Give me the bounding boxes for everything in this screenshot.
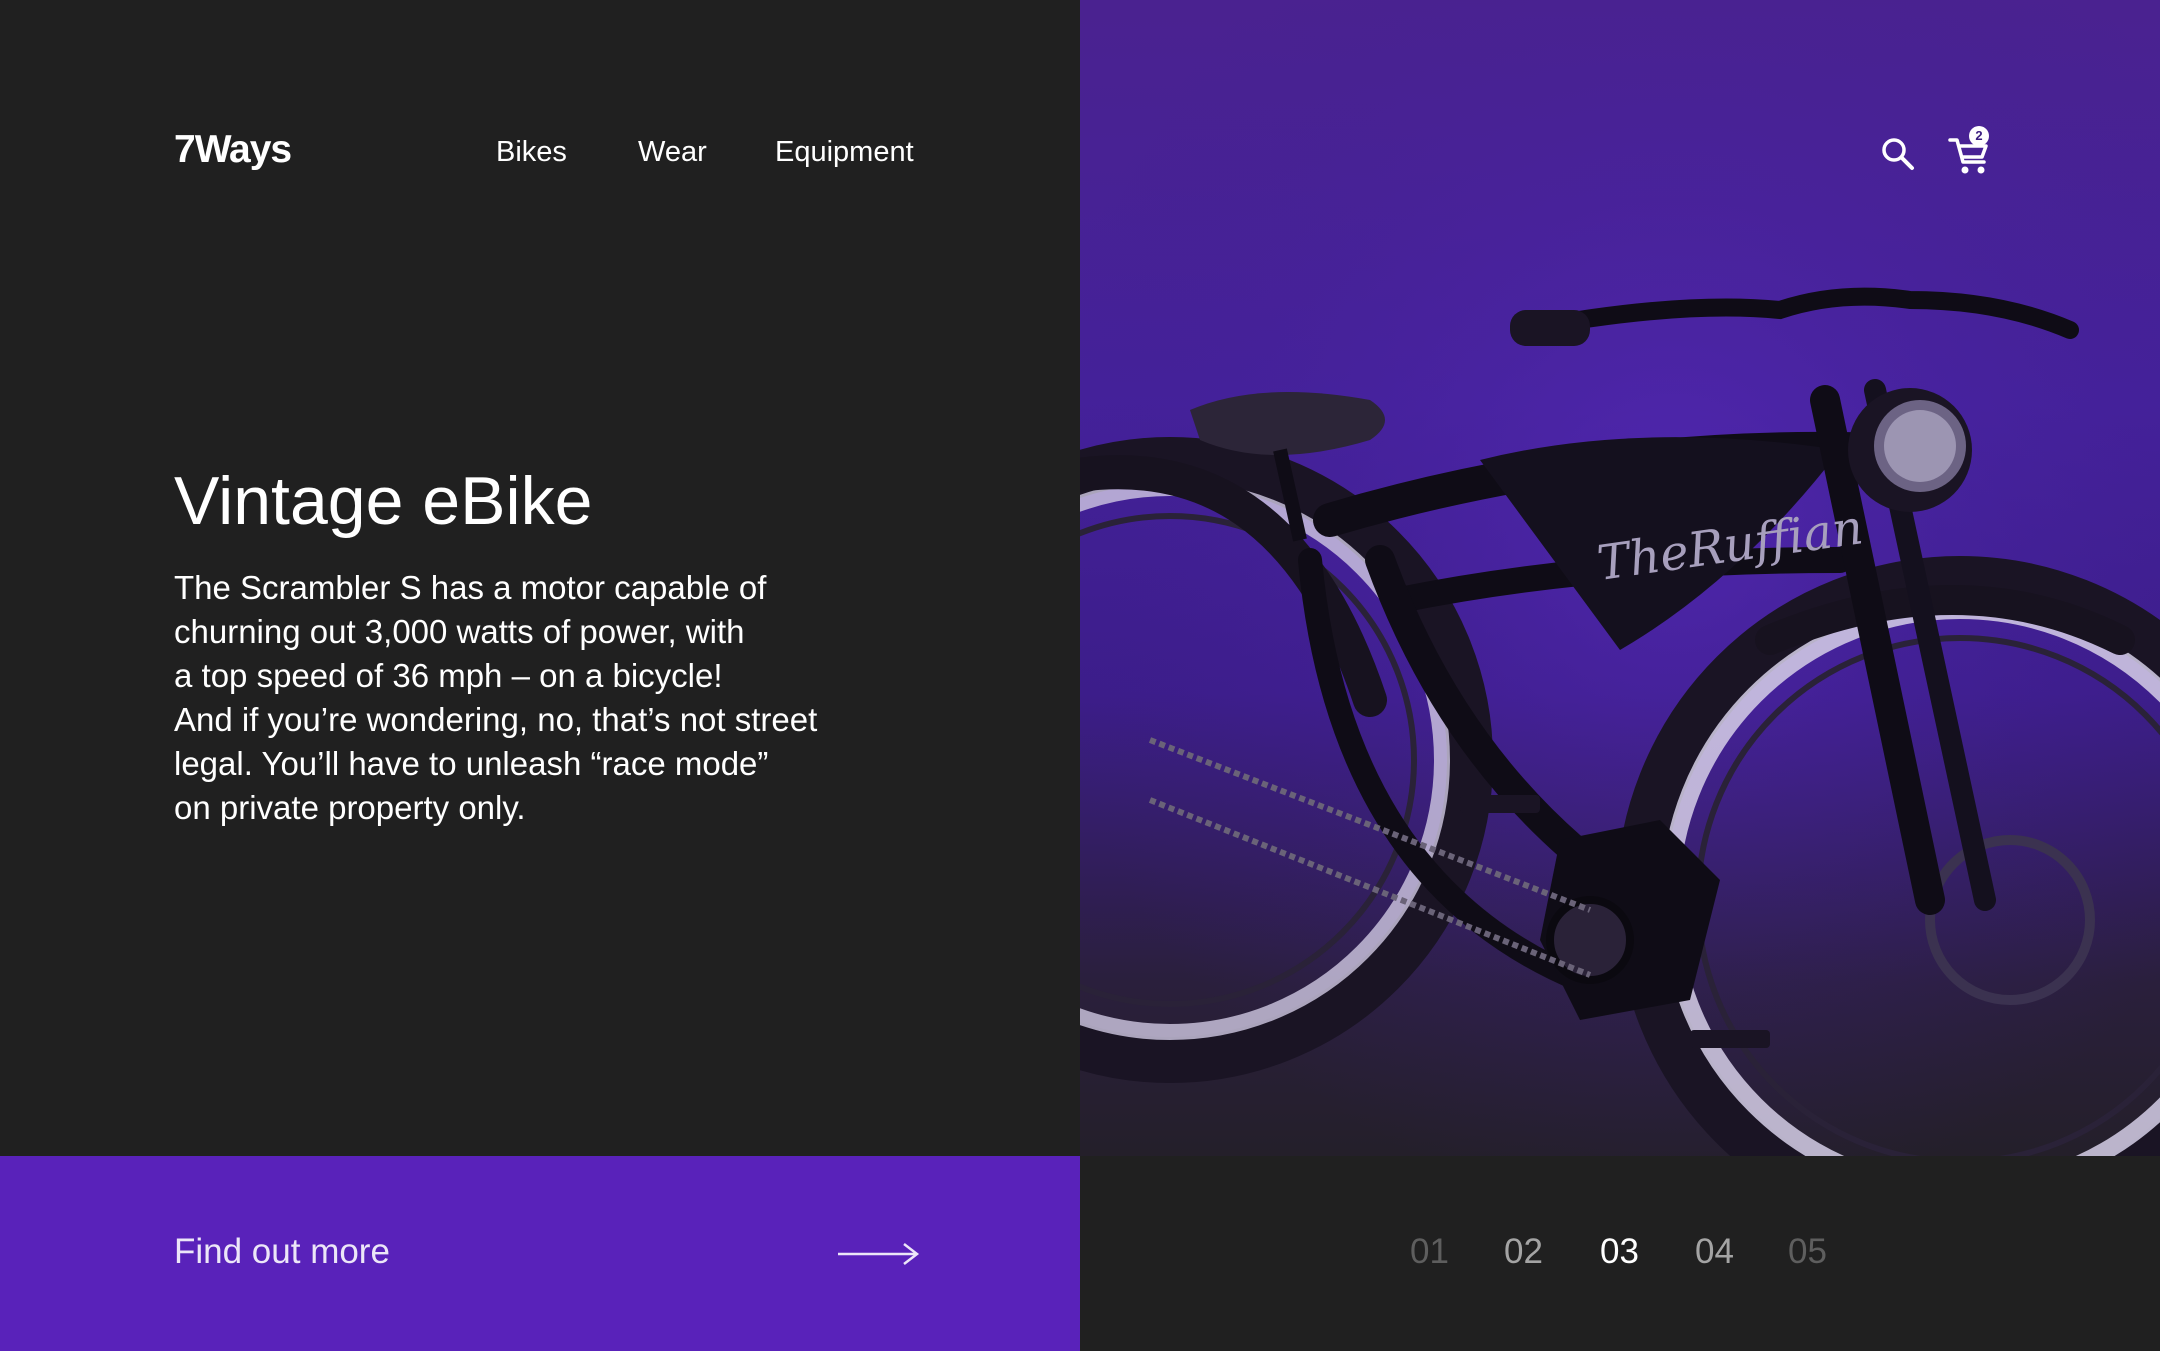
arrow-right-icon <box>838 1243 920 1265</box>
hero-description-line: churning out 3,000 watts of power, with <box>174 613 745 650</box>
find-out-more-button[interactable]: Find out more <box>0 1156 1080 1351</box>
hero-description: The Scrambler S has a motor capable of c… <box>174 566 894 830</box>
product-image-panel: TheRuffian 2 <box>1080 0 2160 1156</box>
hero-panel: 7Ways Bikes Wear Equipment Vintage eBike… <box>0 0 1080 1156</box>
nav-item-wear[interactable]: Wear <box>638 136 707 169</box>
page-number-02[interactable]: 02 <box>1504 1232 1543 1272</box>
brand-logo[interactable]: 7Ways <box>174 128 292 172</box>
hero-description-line: The Scrambler S has a motor capable of <box>174 569 767 606</box>
page-number-01[interactable]: 01 <box>1410 1232 1449 1272</box>
page: 7Ways Bikes Wear Equipment Vintage eBike… <box>0 0 2160 1351</box>
hero-description-line: And if you’re wondering, no, that’s not … <box>174 701 818 738</box>
ebike-image: TheRuffian <box>1080 0 2160 1156</box>
pagination-bar: 01 02 03 04 05 <box>1080 1156 2160 1351</box>
hero-title: Vintage eBike <box>174 463 593 539</box>
hero-description-line: legal. You’ll have to unleash “race mode… <box>174 745 769 782</box>
cart-count-badge: 2 <box>1969 126 1989 146</box>
page-number-05[interactable]: 05 <box>1788 1232 1827 1272</box>
page-number-04[interactable]: 04 <box>1695 1232 1734 1272</box>
hero-description-line: a top speed of 36 mph – on a bicycle! <box>174 657 723 694</box>
find-out-more-label: Find out more <box>174 1232 390 1271</box>
nav-item-bikes[interactable]: Bikes <box>496 136 567 169</box>
search-icon[interactable] <box>1880 136 1916 172</box>
hero-description-line: on private property only. <box>174 789 526 826</box>
nav-item-equipment[interactable]: Equipment <box>775 136 914 169</box>
page-number-03[interactable]: 03 <box>1600 1232 1639 1272</box>
